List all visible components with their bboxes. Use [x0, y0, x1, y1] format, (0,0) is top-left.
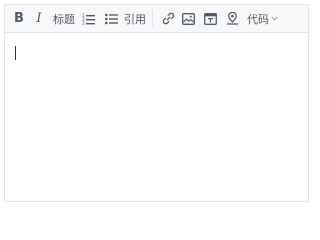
markdown-editor: B I 标题 1 2 3 引用 代码	[4, 4, 309, 202]
table-icon	[203, 12, 217, 25]
link-button[interactable]	[160, 5, 176, 32]
toolbar-divider	[152, 10, 153, 27]
location-button[interactable]	[224, 5, 240, 32]
editor-toolbar: B I 标题 1 2 3 引用 代码	[5, 5, 308, 33]
unordered-list-icon	[104, 13, 118, 24]
ordered-list-button[interactable]: 1 2 3	[80, 5, 96, 32]
code-dropdown[interactable]: 代码	[247, 5, 279, 32]
italic-button[interactable]: I	[31, 5, 47, 32]
code-label: 代码	[247, 12, 269, 26]
chevron-down-icon	[271, 16, 278, 21]
table-button[interactable]	[202, 5, 218, 32]
quote-button[interactable]: 引用	[122, 5, 148, 32]
link-icon	[162, 12, 174, 25]
bold-button[interactable]: B	[11, 5, 27, 32]
bold-icon: B	[14, 11, 24, 26]
text-caret	[15, 46, 16, 60]
unordered-list-button[interactable]	[103, 5, 119, 32]
image-button[interactable]	[180, 5, 196, 32]
svg-text:3: 3	[82, 21, 85, 25]
heading-label: 标题	[53, 12, 75, 26]
location-icon	[226, 12, 238, 25]
italic-icon: I	[36, 11, 42, 26]
editor-content-area[interactable]	[5, 33, 308, 202]
heading-button[interactable]: 标题	[51, 5, 77, 32]
quote-label: 引用	[124, 12, 146, 26]
ordered-list-icon: 1 2 3	[82, 13, 95, 25]
image-icon	[181, 12, 195, 25]
